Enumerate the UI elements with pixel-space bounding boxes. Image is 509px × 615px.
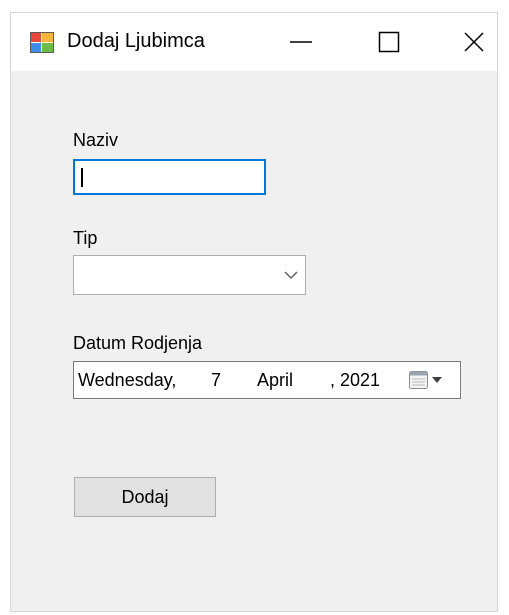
chevron-down-icon[interactable] [283,267,299,283]
datum-label: Datum Rodjenja [73,333,203,353]
date-month[interactable]: April [257,370,293,391]
date-day[interactable]: 7 [211,370,221,391]
app-form-icon [30,31,54,53]
date-year[interactable]: , 2021 [330,370,380,391]
close-button[interactable] [449,13,499,71]
close-icon [464,32,484,52]
dialog-window: Dodaj Ljubimca Naziv Tip Datum Rodjenja … [10,12,498,612]
tip-combobox[interactable] [73,255,306,295]
naziv-input[interactable] [75,161,264,193]
maximize-icon [378,31,400,53]
minimize-button[interactable] [271,13,331,71]
calendar-icon[interactable] [408,370,446,390]
tip-label: Tip [73,228,98,248]
minimize-icon [290,41,312,43]
naziv-label: Naziv [73,130,119,150]
date-weekday[interactable]: Wednesday, [78,370,176,391]
dodaj-button[interactable]: Dodaj [74,477,216,517]
datum-datepicker[interactable]: Wednesday, 7 April , 2021 [73,361,461,399]
title-bar[interactable]: Dodaj Ljubimca [11,13,497,71]
naziv-input-box[interactable] [73,159,266,195]
maximize-button[interactable] [359,13,419,71]
window-title: Dodaj Ljubimca [67,30,205,52]
text-caret [81,168,83,187]
